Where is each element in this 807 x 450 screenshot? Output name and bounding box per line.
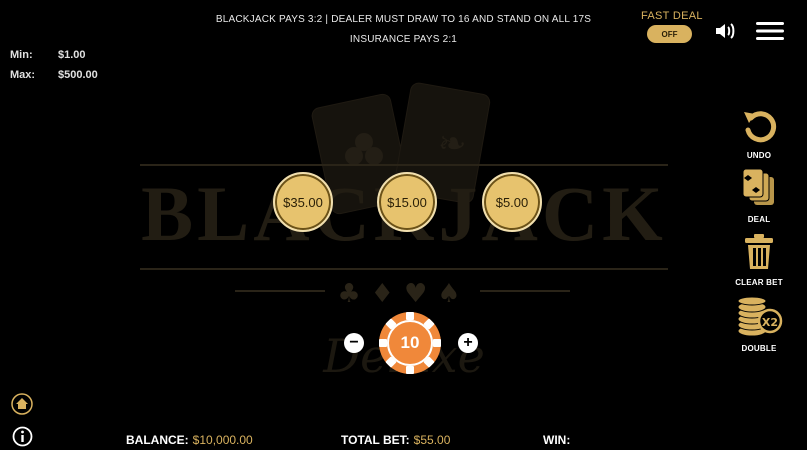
bet-spot-center[interactable]: $15.00 (377, 172, 437, 232)
chips-x2-icon: X2 (737, 296, 783, 337)
win-display: WIN: (543, 433, 574, 447)
cards-icon (742, 168, 774, 205)
balance-display: BALANCE: $10,000.00 (126, 433, 253, 447)
bet-spot-left[interactable]: $35.00 (273, 172, 333, 232)
clear-bet-label: CLEAR BET (735, 278, 783, 287)
balance-label: BALANCE: (126, 433, 189, 447)
decrease-chip-button[interactable]: − (344, 333, 364, 353)
watermark-suits-on-cards: ❧ (345, 124, 467, 165)
double-label: DOUBLE (741, 344, 777, 353)
info-icon[interactable] (12, 426, 33, 447)
table-limits: Min: $1.00 Max: $500.00 (10, 45, 98, 85)
win-label: WIN: (543, 433, 571, 447)
home-icon[interactable] (11, 393, 33, 415)
min-label: Min: (10, 49, 33, 61)
svg-text:❧: ❧ (438, 124, 467, 164)
chip-value: 10 (400, 333, 420, 352)
balance-value: $10,000.00 (192, 433, 253, 447)
trash-icon (745, 234, 773, 269)
hamburger-icon[interactable] (756, 21, 784, 41)
max-label: Max: (10, 69, 36, 81)
total-bet-value: $55.00 (413, 433, 451, 447)
undo-button[interactable]: UNDO (728, 108, 790, 160)
chip-selector[interactable]: 10 (378, 311, 442, 375)
bet-spot-right[interactable]: $5.00 (482, 172, 542, 232)
clear-bet-button[interactable]: CLEAR BET (728, 233, 790, 287)
svg-text:♣♦♥♠: ♣♦♥♠ (337, 279, 470, 309)
speaker-icon[interactable] (714, 21, 738, 41)
double-button[interactable]: X2 DOUBLE (728, 296, 790, 353)
fast-deal-label: FAST DEAL (641, 10, 703, 22)
min-value: $1.00 (58, 49, 86, 61)
fast-deal-toggle[interactable]: OFF (647, 25, 692, 43)
increase-chip-button[interactable]: + (458, 333, 478, 353)
deal-button[interactable]: DEAL (728, 168, 790, 224)
total-bet-label: TOTAL BET: (341, 433, 410, 447)
total-bet-display: TOTAL BET: $55.00 (341, 433, 450, 447)
svg-text:X2: X2 (762, 316, 778, 329)
max-value: $500.00 (58, 69, 98, 81)
undo-label: UNDO (746, 151, 772, 160)
undo-arrow-icon (744, 111, 777, 143)
deal-label: DEAL (747, 215, 771, 224)
